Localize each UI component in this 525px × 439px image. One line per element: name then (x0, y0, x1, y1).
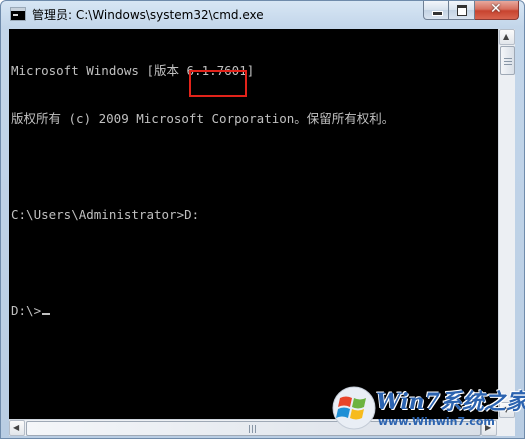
grip-icon (504, 61, 512, 62)
cmd-icon[interactable] (10, 7, 26, 21)
close-icon: ✕ (490, 1, 502, 17)
minimize-button[interactable] (423, 1, 449, 20)
watermark: Win7系统之家 www.Winwin7.com (328, 382, 525, 436)
console-output[interactable]: Microsoft Windows [版本 6.1.7601] 版权所有 (c)… (9, 29, 498, 419)
highlight-annotation (189, 70, 247, 97)
watermark-title: Win7系统之家 (376, 389, 525, 415)
grip-icon (249, 425, 250, 433)
console-line-command: C:\Users\Administrator>D: (11, 207, 200, 222)
maximize-icon (457, 5, 467, 16)
console-line-prompt[interactable]: D:\> (11, 303, 394, 319)
grip-icon (504, 58, 512, 59)
maximize-button[interactable] (449, 1, 475, 20)
vertical-scroll-thumb[interactable] (500, 46, 515, 75)
grip-icon (252, 425, 253, 433)
window-title: 管理员: C:\Windows\system32\cmd.exe (32, 8, 264, 22)
cmd-window: 管理员: C:\Windows\system32\cmd.exe ✕ Micro… (0, 0, 525, 439)
text-cursor (42, 313, 51, 315)
console-prompt: D:\> (11, 303, 42, 318)
arrow-up-icon: ▲ (503, 32, 510, 41)
console-line-blank-1 (11, 159, 394, 175)
title-bar[interactable]: 管理员: C:\Windows\system32\cmd.exe ✕ (1, 1, 524, 29)
console-line-copyright: 版权所有 (c) 2009 Microsoft Corporation。保留所有… (11, 111, 395, 126)
vertical-scrollbar[interactable]: ▲ ▼ (498, 29, 515, 419)
scroll-up-button[interactable]: ▲ (499, 29, 515, 45)
window-controls: ✕ (423, 1, 519, 21)
minimize-icon (432, 11, 443, 16)
grip-icon (504, 64, 512, 65)
windows-logo-icon (332, 386, 376, 430)
watermark-url: www.Winwin7.com (378, 415, 495, 428)
scroll-left-button[interactable]: ◀ (9, 420, 25, 436)
close-button[interactable]: ✕ (475, 1, 519, 20)
grip-icon (255, 425, 256, 433)
arrow-left-icon: ◀ (13, 423, 20, 432)
console-line-blank-2 (11, 255, 394, 271)
